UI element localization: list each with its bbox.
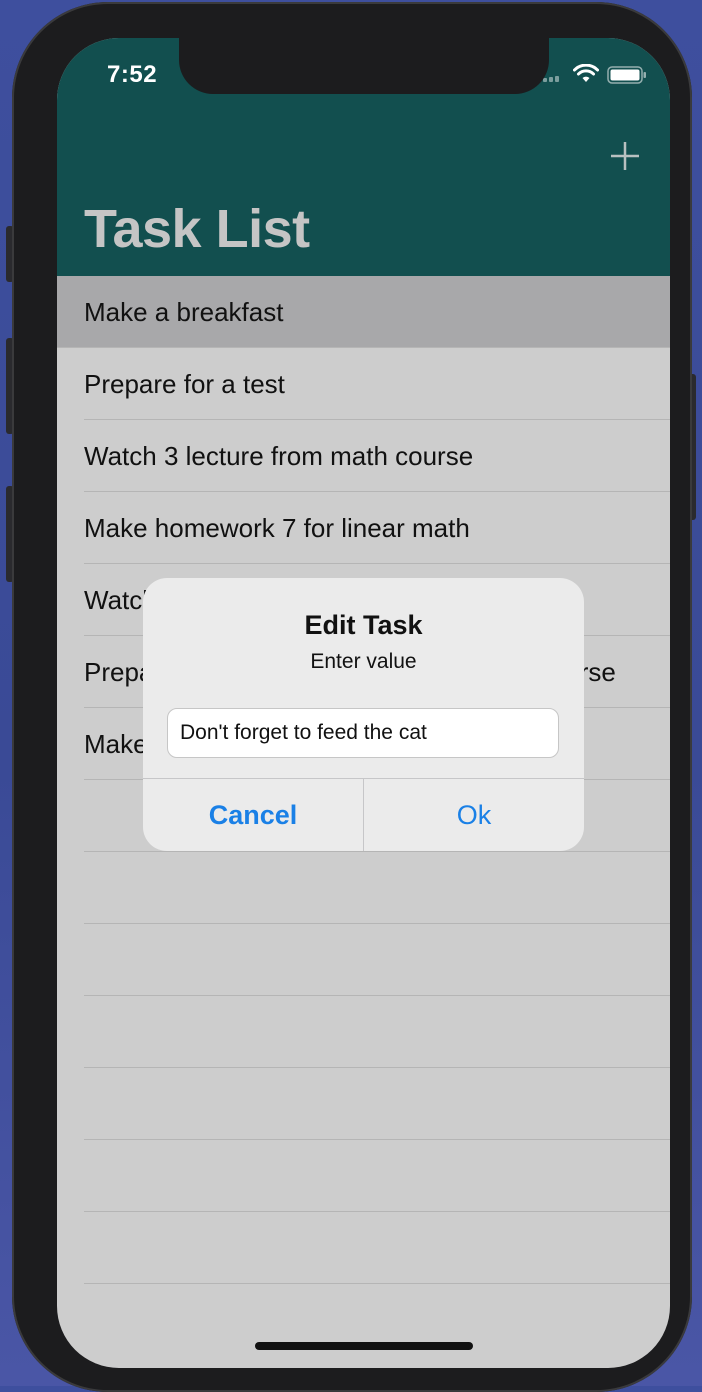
task-label: Watch 3 lecture from math course (84, 441, 474, 471)
wifi-icon (573, 64, 599, 82)
plus-icon (611, 142, 639, 170)
task-row[interactable]: Watch 3 lecture from math course (57, 420, 670, 492)
phone-screen: 7:52 Task List Make a breakfast Prepare … (57, 38, 670, 1368)
task-row[interactable] (57, 1068, 670, 1140)
device-notch (179, 38, 549, 94)
task-row[interactable]: Make a breakfast (57, 276, 670, 348)
page-title: Task List (84, 199, 310, 259)
dialog-message: Enter value (310, 650, 417, 673)
task-label: Make a breakfast (84, 297, 284, 327)
home-indicator[interactable] (255, 1342, 473, 1350)
task-row[interactable]: Make homework 7 for linear math (57, 492, 670, 564)
task-label: Make homework 7 for linear math (84, 513, 470, 543)
ok-button[interactable]: Ok (364, 779, 584, 851)
task-value-input[interactable] (167, 708, 559, 758)
dialog-title: Edit Task (304, 610, 423, 640)
status-time: 7:52 (107, 61, 158, 88)
add-task-button[interactable] (607, 138, 643, 174)
task-row[interactable]: Prepare for a test (57, 348, 670, 420)
task-row[interactable] (57, 1212, 670, 1284)
task-label: Prepare for a test (84, 369, 285, 399)
cancel-button[interactable]: Cancel (143, 779, 363, 851)
task-row[interactable] (57, 924, 670, 996)
task-row[interactable] (57, 852, 670, 924)
task-row[interactable] (57, 996, 670, 1068)
battery-icon (607, 66, 646, 84)
task-row[interactable] (57, 1140, 670, 1212)
edit-task-dialog: Edit Task Enter value Cancel Ok (143, 578, 584, 851)
phone-frame: 7:52 Task List Make a breakfast Prepare … (12, 2, 692, 1392)
